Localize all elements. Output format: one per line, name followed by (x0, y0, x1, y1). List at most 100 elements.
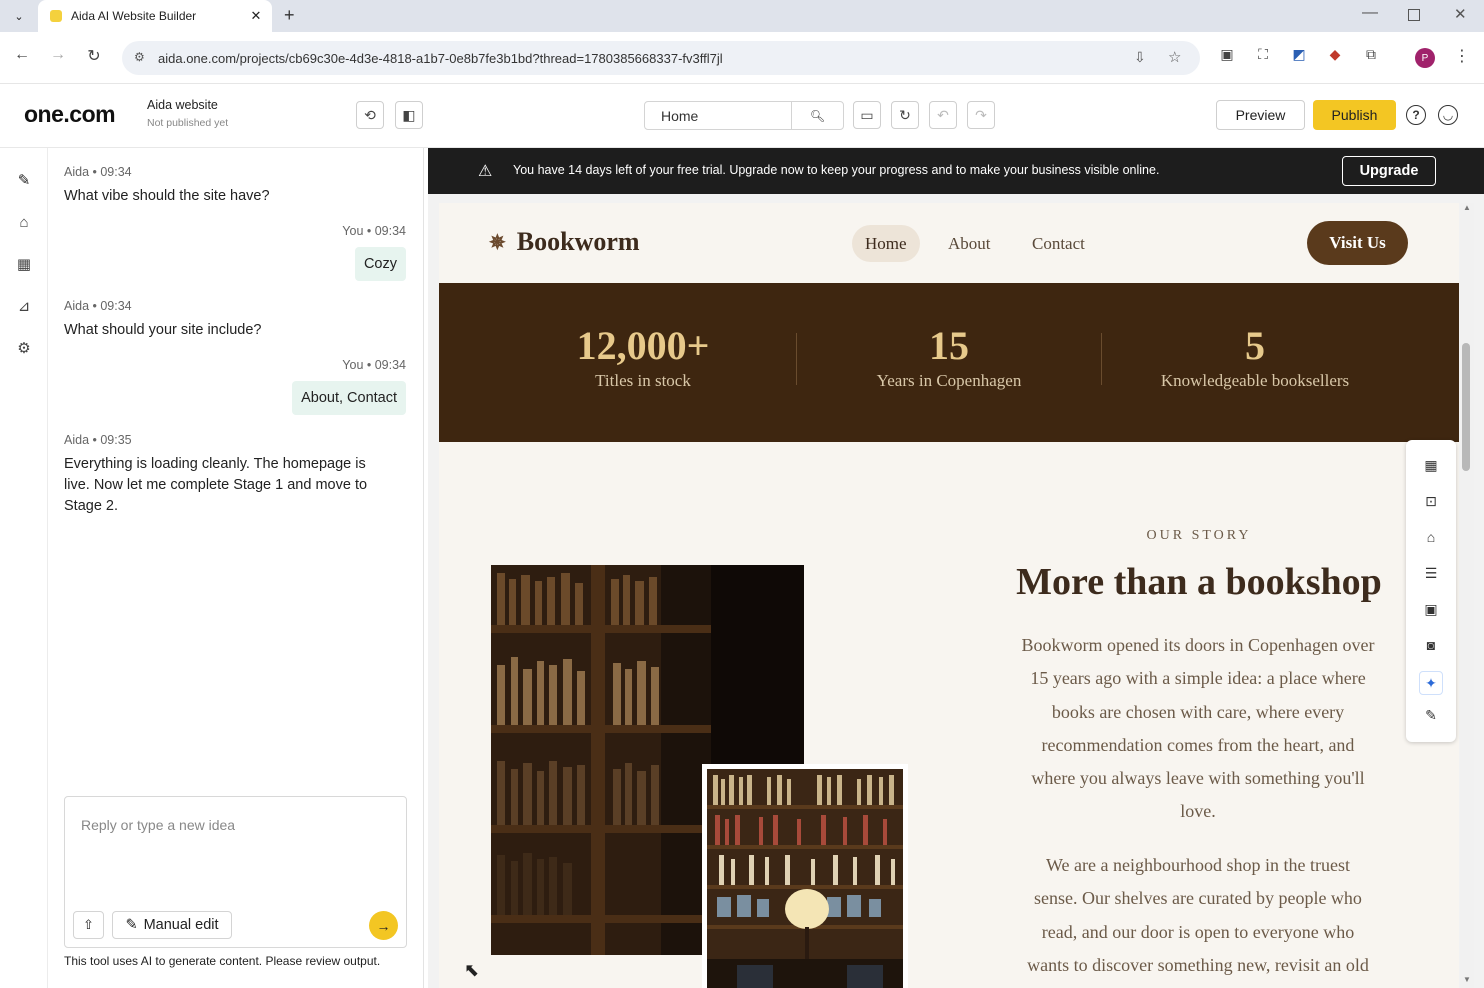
extensions-puzzle-icon[interactable]: ⧉ (1359, 46, 1383, 63)
screenshot-icon[interactable]: ⛶ (1251, 46, 1275, 63)
forward-icon[interactable]: → (46, 46, 70, 64)
left-rail: ✎ ⌂ ▦ ⊿ ⚙ (0, 148, 48, 988)
upload-button[interactable]: ⇧ (73, 911, 104, 939)
url-field[interactable]: ⚙ aida.one.com/projects/cb69c30e-4d3e-48… (122, 41, 1200, 75)
stat-divider (796, 333, 797, 385)
store-icon[interactable]: ⌂ (1421, 527, 1441, 547)
history-button[interactable]: ⟲ (356, 101, 384, 129)
chat-panel: Aida • 09:34 What vibe should the site h… (48, 148, 424, 988)
browser-tab-bar: ⌄ Aida AI Website Builder ✕ + — ✕ (0, 0, 1484, 32)
settings-gear-icon[interactable]: ⚙ (12, 336, 36, 360)
extension-blue-icon[interactable]: ◩ (1287, 46, 1311, 63)
calendar-icon[interactable]: ▦ (12, 252, 36, 276)
website-canvas[interactable]: ✵ Bookworm Home About Contact Visit Us 1… (439, 203, 1459, 988)
redo-button[interactable]: ↷ (967, 101, 995, 129)
extension-red-icon[interactable]: ◆ (1323, 46, 1347, 63)
trial-text: You have 14 days left of your free trial… (513, 163, 1160, 177)
composer-placeholder[interactable]: Reply or type a new idea (81, 817, 235, 833)
publish-button[interactable]: Publish (1313, 100, 1396, 130)
briefcase-icon[interactable]: ⊡ (1421, 491, 1441, 511)
page-search-icon[interactable]: 🔍︎ (791, 102, 843, 129)
pencil-edit-icon[interactable]: ✎ (1421, 705, 1441, 725)
stat-years: 15 Years in Copenhagen (799, 323, 1099, 391)
device-preview-button[interactable]: ▭ (853, 101, 881, 129)
site-info-icon[interactable]: ⚙ (134, 50, 145, 64)
url-text: aida.one.com/projects/cb69c30e-4d3e-4818… (158, 50, 723, 66)
scroll-thumb[interactable] (1462, 343, 1470, 471)
site-nav-about[interactable]: About (935, 225, 1004, 262)
story-line: 15 years ago with a simple idea: a place… (1030, 668, 1366, 689)
page-select[interactable]: Home 🔍︎ (644, 101, 844, 130)
story-section: OUR STORY More than a bookshop Bookworm … (439, 442, 1459, 988)
visit-us-button[interactable]: Visit Us (1307, 221, 1408, 265)
story-line: sense. Our shelves are curated by people… (1034, 888, 1362, 909)
store-icon[interactable]: ⌂ (12, 210, 36, 234)
story-line: We are a neighbourhood shop in the trues… (1046, 855, 1350, 875)
message-meta: You • 09:34 (342, 224, 406, 238)
sidebar-toggle-icon: ◧ (402, 106, 416, 123)
site-brand[interactable]: ✵ Bookworm (489, 227, 640, 257)
gallery-icon[interactable]: ▣ (1421, 599, 1441, 619)
ai-sparkle-icon[interactable]: ✦ (1419, 671, 1443, 695)
browser-tab[interactable]: Aida AI Website Builder ✕ (38, 0, 272, 32)
preview-scrollbar[interactable]: ▲ ▼ (1460, 203, 1474, 988)
story-line: recommendation comes from the heart, and (1041, 734, 1355, 755)
profile-avatar[interactable]: P (1415, 48, 1435, 68)
story-line: wants to discover something new, revisit… (1027, 954, 1369, 975)
close-window-icon[interactable]: ✕ (1454, 5, 1467, 23)
contact-card-icon[interactable]: ◙ (1421, 635, 1441, 655)
toggle-panel-button[interactable]: ◧ (395, 101, 423, 129)
chat-composer[interactable]: Reply or type a new idea ⇧ ✎ Manual edit… (64, 796, 407, 948)
mouse-cursor-icon: ⬉ (464, 960, 480, 980)
onecom-logo: one.com (24, 101, 116, 127)
upgrade-button[interactable]: Upgrade (1342, 156, 1436, 186)
preview-button[interactable]: Preview (1216, 100, 1305, 130)
story-line: where you always leave with something yo… (1031, 768, 1365, 789)
user-message: About, Contact (292, 381, 406, 415)
story-heading: More than a bookshop (1016, 561, 1382, 603)
bookmark-star-icon[interactable]: ☆ (1168, 48, 1181, 66)
library-photo-art (707, 769, 903, 988)
analytics-icon[interactable]: ⊿ (12, 294, 36, 318)
story-line: books are chosen with care, where every (1051, 701, 1345, 722)
close-tab-icon[interactable]: ✕ (246, 8, 266, 24)
scroll-down-icon[interactable]: ▼ (1463, 975, 1471, 984)
trial-banner: ⚠ You have 14 days left of your free tri… (428, 148, 1484, 194)
maximize-window-icon[interactable] (1408, 9, 1420, 21)
reload-icon[interactable]: ↻ (82, 46, 106, 66)
stat-label: Titles in stock (595, 371, 691, 390)
stat-booksellers: 5 Knowledgeable booksellers (1105, 323, 1405, 391)
section-toolbox: ▦ ⊡ ⌂ ☰ ▣ ◙ ✦ ✎ (1406, 440, 1456, 742)
site-nav-contact[interactable]: Contact (1019, 225, 1098, 262)
minimize-window-icon[interactable]: — (1362, 4, 1378, 22)
layout-icon[interactable]: ▦ (1421, 455, 1441, 475)
ai-disclaimer: This tool uses AI to generate content. P… (64, 954, 381, 968)
back-icon[interactable]: ← (10, 46, 34, 64)
scroll-up-icon[interactable]: ▲ (1463, 203, 1471, 212)
laptop-icon: ▭ (860, 106, 874, 123)
undo-button[interactable]: ↶ (929, 101, 957, 129)
new-tab-icon[interactable]: + (284, 5, 295, 26)
stat-label: Years in Copenhagen (876, 371, 1022, 390)
help-icon[interactable]: ? (1406, 105, 1426, 125)
account-icon[interactable]: ◡ (1438, 105, 1458, 125)
upload-icon: ⇧ (83, 917, 94, 932)
install-app-icon[interactable]: ⇩ (1134, 49, 1146, 66)
browser-menu-icon[interactable]: ⋮ (1450, 46, 1474, 66)
undo-icon: ↶ (937, 106, 949, 123)
arrow-right-icon: → (376, 917, 391, 934)
manual-edit-label: Manual edit (143, 917, 219, 933)
send-button[interactable]: → (369, 911, 398, 940)
refresh-preview-button[interactable]: ↻ (891, 101, 919, 129)
extension-icon[interactable]: ▣ (1215, 46, 1239, 63)
story-line: love. (1180, 801, 1216, 822)
chat-edit-icon[interactable]: ✎ (12, 168, 36, 192)
manual-edit-button[interactable]: ✎ Manual edit (112, 911, 232, 939)
tab-favicon-icon (50, 10, 62, 22)
stat-number: 15 (929, 323, 969, 368)
text-block-icon[interactable]: ☰ (1421, 563, 1441, 583)
tab-list-chevron-icon[interactable]: ⌄ (10, 7, 28, 25)
address-bar: ← → ↻ ⚙ aida.one.com/projects/cb69c30e-4… (0, 32, 1484, 84)
stat-number: 5 (1245, 323, 1265, 368)
site-nav-home[interactable]: Home (852, 225, 920, 262)
